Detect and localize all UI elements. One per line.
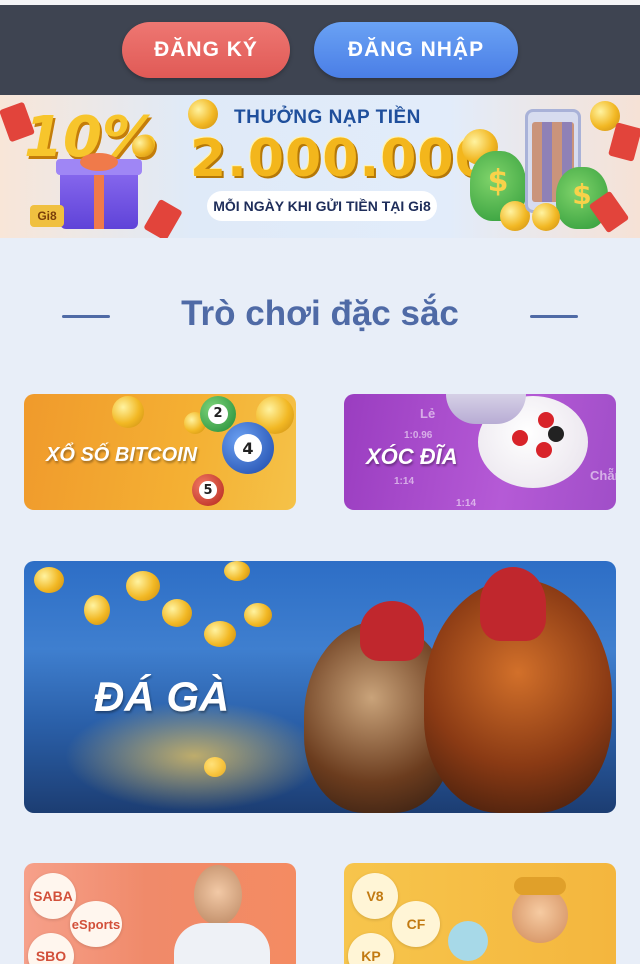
gold-coin-icon — [532, 203, 560, 231]
title-dash-right — [530, 315, 578, 318]
gold-coin-icon — [204, 621, 236, 647]
gi8-badge: Gi8 — [30, 205, 64, 227]
table-odds: 1:14 — [456, 498, 477, 509]
promo-subtitle: MỖI NGÀY KHI GỬI TIỀN TẠI Gi8 — [207, 191, 437, 221]
provider-chip-v8: V8 — [352, 873, 398, 919]
provider-chip-kp: KP — [348, 933, 394, 964]
provider-chip-saba: SABA — [30, 873, 76, 919]
header-top-strip — [0, 0, 640, 5]
character-sidekick-icon — [448, 921, 488, 961]
rooster-comb-icon — [480, 567, 546, 641]
table-odds: 1:14 — [394, 476, 415, 487]
lottery-ball-icon: 2 — [200, 396, 236, 432]
bitcoin-coin-icon — [112, 396, 144, 428]
player-jersey-image — [174, 923, 270, 964]
red-chip-icon — [538, 412, 554, 428]
top-header: ĐĂNG KÝ ĐĂNG NHẬP — [0, 0, 640, 95]
gift-box-icon — [56, 159, 142, 229]
lottery-ball-icon: 5 — [192, 474, 224, 506]
section-title: Trò chơi đặc sắc — [181, 294, 459, 333]
slot-character-image — [512, 887, 568, 943]
gold-coin-icon — [126, 571, 160, 601]
gold-coin-icon — [84, 595, 110, 625]
xoc-dia-label: XÓC ĐĨA — [366, 444, 458, 469]
gold-coin-icon — [34, 567, 64, 593]
cockfight-label: ĐÁ GÀ — [94, 673, 230, 720]
player-face-image — [194, 865, 242, 925]
character-hat-icon — [514, 877, 566, 895]
gold-coin-icon — [188, 99, 218, 129]
lottery-label: XỔ SỐ BITCOIN — [46, 444, 198, 466]
red-envelope-icon — [143, 198, 183, 238]
provider-chip-esports: eSports — [70, 901, 122, 947]
login-button[interactable]: ĐĂNG NHẬP — [314, 22, 518, 78]
red-chip-icon — [536, 442, 552, 458]
table-odds: 1:0.96 — [404, 430, 433, 441]
provider-chip-sbo: SBO — [28, 933, 74, 964]
gold-coin-icon — [224, 561, 250, 581]
provider-chip-cf: CF — [392, 901, 440, 947]
rooster-comb-icon — [360, 601, 424, 661]
lottery-ball-icon: 4 — [222, 422, 274, 474]
gold-coin-icon — [132, 135, 154, 157]
gift-bow-icon — [80, 153, 118, 171]
gold-coin-icon — [162, 599, 192, 627]
promo-amount: 2.000.000 — [190, 129, 492, 189]
table-label-odd: Lẻ — [420, 406, 436, 421]
promo-banner[interactable]: 10% Gi8 THƯỞNG NẠP TIỀN 2.000.000 MỖI NG… — [0, 95, 640, 238]
promo-title: THƯỞNG NẠP TIỀN — [234, 107, 421, 128]
black-chip-icon — [548, 426, 564, 442]
game-card-sports[interactable]: SABA eSports SBO — [24, 863, 296, 964]
game-card-lottery-bitcoin[interactable]: 2 4 5 XỔ SỐ BITCOIN — [24, 394, 296, 510]
table-label-even: Chẵn — [590, 468, 616, 483]
game-card-slots[interactable]: V8 CF KP — [344, 863, 616, 964]
red-chip-icon — [512, 430, 528, 446]
register-button[interactable]: ĐĂNG KÝ — [122, 22, 290, 78]
game-card-cockfight[interactable]: ĐÁ GÀ — [24, 561, 616, 813]
gold-coin-icon — [244, 603, 272, 627]
